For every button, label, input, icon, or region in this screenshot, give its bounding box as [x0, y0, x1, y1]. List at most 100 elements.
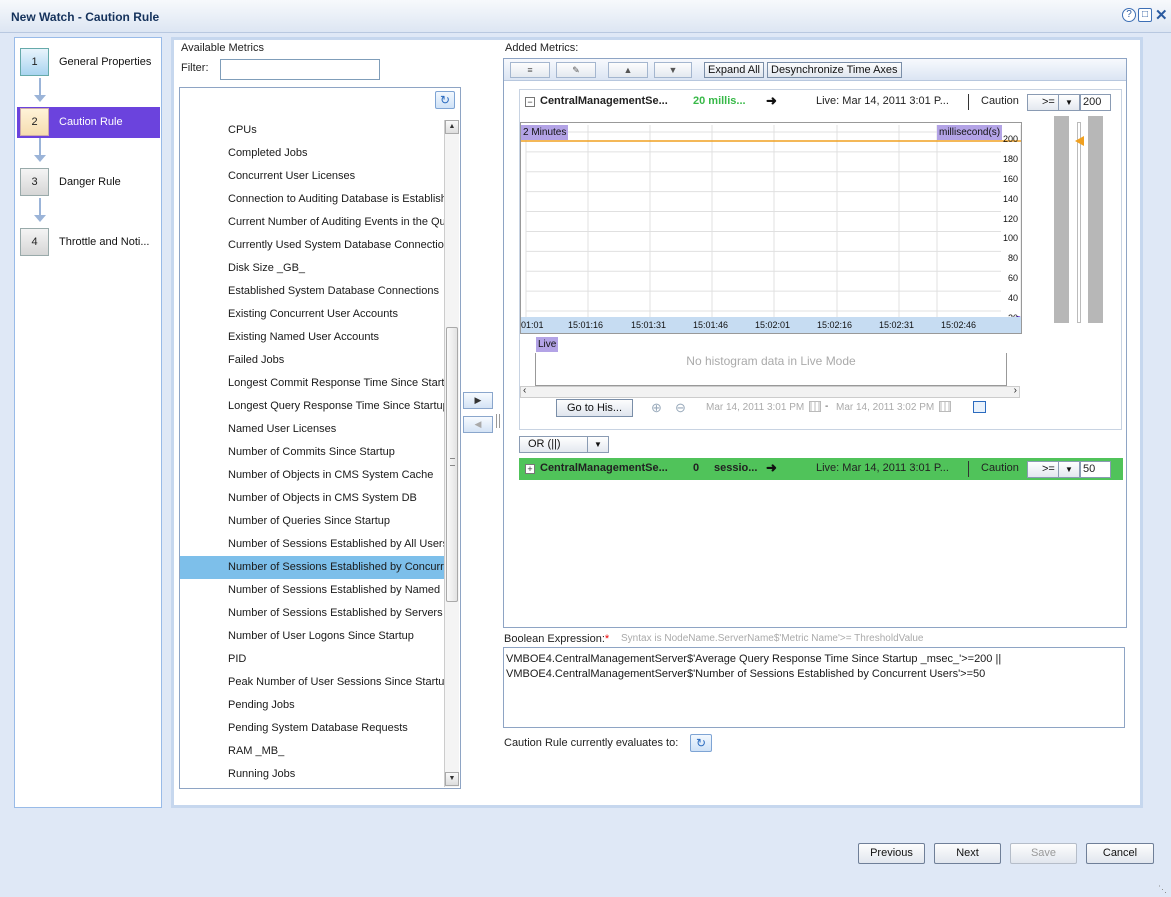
desynchronize-time-axes-button[interactable]: Desynchronize Time Axes	[767, 62, 902, 78]
step-caution-rule[interactable]: 2 Caution Rule	[17, 107, 160, 138]
chevron-right-icon[interactable]: ›	[1014, 385, 1017, 396]
metric-list-item[interactable]: Failed Jobs	[180, 349, 444, 372]
metric-list-item[interactable]: Pending Jobs	[180, 694, 444, 717]
collapse-icon[interactable]: −	[525, 97, 535, 107]
help-icon[interactable]: ?	[1122, 8, 1136, 22]
resize-grip-icon[interactable]: ⋱	[1158, 884, 1168, 894]
scrollbar-thumb[interactable]	[446, 327, 458, 602]
histogram-scrollbar[interactable]: ‹ ›	[520, 385, 1020, 398]
refresh-icon[interactable]: ↻	[690, 734, 712, 752]
metric-list-item[interactable]: Connection to Auditing Database is Estab…	[180, 188, 444, 211]
maximize-icon[interactable]: □	[1138, 8, 1152, 22]
calendar-icon[interactable]	[809, 401, 821, 412]
metric-list-item[interactable]: Number of Queries Since Startup	[180, 510, 444, 533]
metric-list-item[interactable]: Longest Commit Response Time Since Start…	[180, 372, 444, 395]
x-tick-label: 15:02:31	[879, 320, 915, 330]
metric-list-item[interactable]: Existing Named User Accounts	[180, 326, 444, 349]
metric-list-item[interactable]: PID	[180, 648, 444, 671]
threshold-handle-icon[interactable]	[1075, 136, 1084, 146]
zoom-out-icon[interactable]: ⊖	[675, 400, 686, 416]
y-tick-label: 140	[1002, 193, 1018, 204]
remove-metric-button[interactable]: ◀	[463, 416, 493, 433]
calendar-icon[interactable]	[939, 401, 951, 412]
y-tick-label: 60	[1007, 273, 1018, 284]
metric-list-item[interactable]: Number of Sessions Established by All Us…	[180, 533, 444, 556]
scroll-down-icon[interactable]: ▼	[445, 772, 459, 786]
scroll-up-icon[interactable]: ▲	[445, 120, 459, 134]
metric-list-item[interactable]: Disk Size _GB_	[180, 257, 444, 280]
boolean-expression-textarea[interactable]: VMBOE4.CentralManagementServer$'Average …	[503, 647, 1125, 728]
step-arrow-icon	[34, 155, 46, 162]
step-throttle-notification[interactable]: 4 Throttle and Noti...	[17, 227, 160, 258]
refresh-icon[interactable]: ↻	[435, 91, 455, 109]
metric-list-item[interactable]: Number of User Logons Since Startup	[180, 625, 444, 648]
metric-list-item[interactable]: Number of Commits Since Startup	[180, 441, 444, 464]
step-connector	[39, 78, 41, 96]
threshold-input[interactable]: 50	[1080, 461, 1111, 478]
list-view-icon[interactable]: ≡	[510, 62, 550, 78]
metric-list-item[interactable]: Named User Licenses	[180, 418, 444, 441]
y-tick-label: 80	[1007, 253, 1018, 264]
metric-list-item[interactable]: RAM _MB_	[180, 740, 444, 763]
metric-list-item[interactable]: CPUs	[180, 119, 444, 142]
metric-list-item[interactable]: Longest Query Response Time Since Startu…	[180, 395, 444, 418]
threshold-slider-track[interactable]	[1054, 116, 1069, 323]
step-general-properties[interactable]: 1 General Properties	[17, 47, 160, 78]
metric-list-item[interactable]: Number of Sessions Established by Server…	[180, 602, 444, 625]
chevron-left-icon[interactable]: ‹	[523, 385, 526, 396]
move-up-icon[interactable]: ▲	[608, 62, 648, 78]
splitter-handle[interactable]	[496, 414, 500, 428]
available-metrics-title: Available Metrics	[181, 42, 264, 54]
go-to-history-button[interactable]: Go to His...	[556, 399, 634, 417]
cancel-button[interactable]: Cancel	[1086, 843, 1154, 864]
expand-all-button[interactable]: Expand All	[704, 62, 764, 78]
metric-list-item[interactable]: Number of Sessions Established by Concur…	[180, 556, 444, 579]
metric-list-item[interactable]: Number of Objects in CMS System Cache	[180, 464, 444, 487]
save-button[interactable]: Save	[1010, 843, 1077, 864]
filter-label: Filter:	[181, 62, 209, 74]
metric-list-item[interactable]: Number of Sessions Established by Named …	[180, 579, 444, 602]
next-button[interactable]: Next	[934, 843, 1001, 864]
threshold-input[interactable]: 200	[1080, 94, 1111, 111]
add-metric-button[interactable]: ▶	[463, 392, 493, 409]
operator-select[interactable]: >= ▼	[1027, 461, 1080, 478]
metric-list-item[interactable]: Established System Database Connections	[180, 280, 444, 303]
metric-card-live-time: Live: Mar 14, 2011 3:01 P...	[816, 95, 949, 107]
metric-list-item[interactable]: Peak Number of User Sessions Since Start…	[180, 671, 444, 694]
operator-select[interactable]: >= ▼	[1027, 94, 1080, 111]
step-label: Caution Rule	[59, 116, 123, 128]
divider	[968, 94, 969, 110]
y-tick-label: 200	[1002, 134, 1018, 144]
step-danger-rule[interactable]: 3 Danger Rule	[17, 167, 160, 198]
zoom-in-icon[interactable]: ⊕	[651, 400, 662, 416]
available-metrics-list: CPUs Completed Jobs Concurrent User Licens…	[179, 87, 461, 789]
combine-operator-select[interactable]: OR (||) ▼	[519, 436, 609, 453]
x-axis: 01:01 15:01:16 15:01:31 15:01:46 15:02:01 15:…	[521, 317, 1021, 333]
history-to-date[interactable]: Mar 14, 2011 3:02 PM	[836, 402, 934, 413]
metric-list-item[interactable]: Running Jobs	[180, 763, 444, 786]
expand-icon[interactable]: +	[525, 464, 535, 474]
metric-list-item[interactable]: Existing Concurrent User Accounts	[180, 303, 444, 326]
move-down-icon[interactable]: ▼	[654, 62, 692, 78]
list-scrollbar[interactable]: ▲ ▼	[444, 120, 459, 787]
metric-card-value: 0	[693, 462, 700, 474]
rule-label: Caution	[981, 95, 1019, 107]
metric-list-item[interactable]: Current Number of Auditing Events in the…	[180, 211, 444, 234]
close-icon[interactable]: ✕	[1155, 6, 1168, 24]
date-range-dash: -	[825, 401, 829, 412]
threshold-slider[interactable]	[1077, 122, 1081, 323]
metric-list-item[interactable]: Completed Jobs	[180, 142, 444, 165]
metric-list-item[interactable]: Currently Used System Database Connectio…	[180, 234, 444, 257]
metric-list-item[interactable]: Pending System Database Requests	[180, 717, 444, 740]
previous-button[interactable]: Previous	[858, 843, 925, 864]
filter-input[interactable]	[220, 59, 380, 80]
expression-line: VMBOE4.CentralManagementServer$'Average …	[506, 653, 1002, 665]
y-tick-label: 120	[1002, 213, 1018, 224]
metric-list-item[interactable]: Number of Objects in CMS System DB	[180, 487, 444, 510]
popout-icon[interactable]	[973, 401, 986, 413]
secondary-slider-track[interactable]	[1088, 116, 1103, 323]
history-from-date[interactable]: Mar 14, 2011 3:01 PM	[706, 402, 804, 413]
chevron-down-icon: ▼	[587, 437, 608, 452]
edit-chart-icon[interactable]: ✎	[556, 62, 596, 78]
metric-list-item[interactable]: Concurrent User Licenses	[180, 165, 444, 188]
